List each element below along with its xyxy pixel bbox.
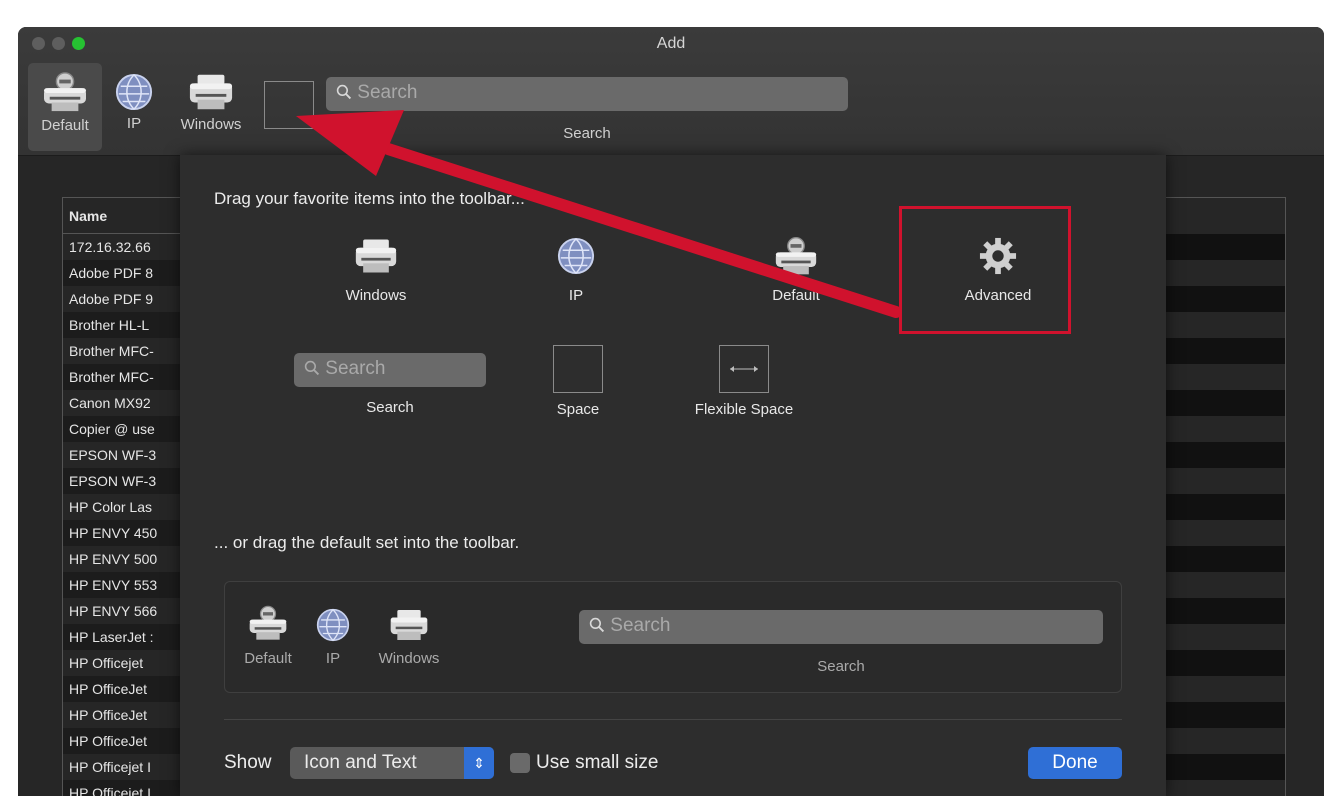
list-row-stripe bbox=[1165, 338, 1285, 364]
globe-icon bbox=[557, 237, 595, 275]
default-set-search-field: Search bbox=[579, 610, 1103, 644]
default-set-ip-label: IP bbox=[325, 650, 341, 667]
palette-windows-item[interactable]: Windows bbox=[316, 237, 436, 304]
toolbar-search-input[interactable]: Search bbox=[326, 77, 848, 111]
toolbar-search-placeholder: Search bbox=[357, 82, 418, 103]
list-row-stripe bbox=[1165, 234, 1285, 260]
default-set-default-label: Default bbox=[244, 650, 292, 667]
toolbar-default-button[interactable]: Default bbox=[28, 63, 102, 151]
printer-network-icon bbox=[248, 604, 288, 642]
default-set-ip-item: IP bbox=[309, 608, 357, 667]
toolbar-default-label: Default bbox=[41, 117, 89, 134]
search-icon bbox=[336, 84, 352, 100]
annotation-highlight-box bbox=[899, 206, 1071, 334]
add-printer-window: Add Default IP Windows Search Search Nam… bbox=[18, 27, 1324, 796]
toolbar-search-label: Search bbox=[563, 125, 611, 142]
globe-icon bbox=[316, 608, 350, 642]
list-row-stripe bbox=[1165, 546, 1285, 572]
done-button[interactable]: Done bbox=[1028, 747, 1122, 779]
list-row-stripe bbox=[1165, 390, 1285, 416]
printer-icon bbox=[354, 237, 398, 275]
toolbar-ip-button[interactable]: IP bbox=[108, 63, 160, 132]
default-toolbar-set[interactable]: Default IP Windows Search Search bbox=[224, 581, 1122, 693]
palette-windows-label: Windows bbox=[345, 287, 407, 304]
drag-favorites-text: Drag your favorite items into the toolba… bbox=[214, 189, 525, 208]
default-set-default-item: Default bbox=[237, 604, 299, 667]
list-row-stripe bbox=[1165, 650, 1285, 676]
printer-icon bbox=[188, 72, 234, 112]
globe-icon bbox=[115, 73, 153, 111]
flexible-space-icon bbox=[719, 345, 769, 393]
printer-network-icon bbox=[774, 235, 818, 277]
printer-icon bbox=[389, 608, 429, 642]
toolbar-ip-label: IP bbox=[126, 115, 142, 132]
show-mode-value: Icon and Text bbox=[304, 752, 417, 773]
default-set-windows-label: Windows bbox=[378, 650, 440, 667]
window-title: Add bbox=[656, 35, 686, 52]
search-icon bbox=[304, 360, 320, 376]
palette-flexible-space-item[interactable]: Flexible Space bbox=[674, 345, 814, 418]
palette-ip-item[interactable]: IP bbox=[526, 237, 626, 304]
use-small-size-label[interactable]: Use small size bbox=[536, 752, 658, 774]
list-row-stripe bbox=[1165, 286, 1285, 312]
show-label: Show bbox=[224, 752, 272, 773]
titlebar: Add Default IP Windows Search Search bbox=[18, 27, 1324, 156]
palette-search-field: Search bbox=[294, 353, 486, 387]
palette-ip-label: IP bbox=[568, 287, 584, 304]
default-set-windows-item: Windows bbox=[367, 608, 451, 667]
toolbar-windows-label: Windows bbox=[180, 116, 242, 133]
show-mode-select[interactable]: Icon and Text ⇕ bbox=[290, 747, 494, 779]
palette-search-item[interactable]: Search Search bbox=[294, 353, 486, 416]
drag-default-text: ... or drag the default set into the too… bbox=[214, 533, 520, 552]
printer-list-right-columns bbox=[1164, 197, 1286, 796]
list-row-stripe bbox=[1165, 702, 1285, 728]
toolbar-space-placeholder bbox=[264, 81, 314, 129]
palette-default-item[interactable]: Default bbox=[736, 235, 856, 304]
list-row-stripe bbox=[1165, 598, 1285, 624]
palette-space-label: Space bbox=[556, 401, 600, 418]
palette-search-placeholder: Search bbox=[325, 358, 386, 379]
palette-search-label: Search bbox=[366, 399, 414, 416]
palette-default-label: Default bbox=[772, 287, 820, 304]
space-icon bbox=[553, 345, 603, 393]
toolbar-windows-button[interactable]: Windows bbox=[168, 63, 254, 133]
palette-flexible-space-label: Flexible Space bbox=[694, 401, 794, 418]
list-row-stripe bbox=[1165, 442, 1285, 468]
printer-network-icon bbox=[42, 71, 88, 113]
list-row-stripe bbox=[1165, 754, 1285, 780]
search-icon bbox=[589, 617, 605, 633]
default-set-search-placeholder: Search bbox=[610, 615, 671, 636]
use-small-size-checkbox[interactable] bbox=[510, 753, 530, 773]
chevron-up-down-icon: ⇕ bbox=[464, 747, 494, 779]
default-set-search-label: Search bbox=[817, 658, 865, 675]
palette-space-item[interactable]: Space bbox=[542, 345, 614, 418]
divider bbox=[224, 719, 1122, 720]
list-row-stripe bbox=[1165, 494, 1285, 520]
